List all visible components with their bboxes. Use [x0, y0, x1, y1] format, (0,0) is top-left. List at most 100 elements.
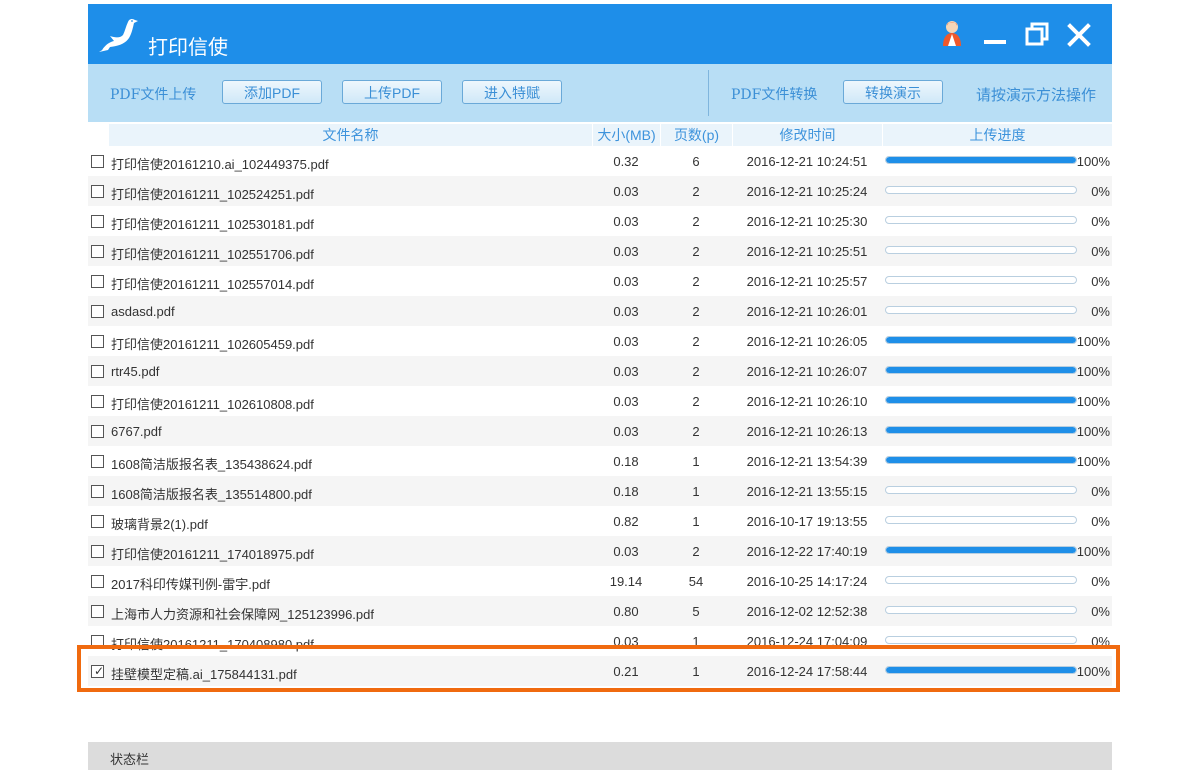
table-row[interactable]: 打印信使20161211_170408980.pdf 0.03 1 2016-12-2…	[88, 626, 1112, 656]
checkmark-icon: ✓	[94, 664, 105, 678]
upload-percent: 0%	[1091, 304, 1110, 319]
row-checkbox[interactable]	[91, 155, 104, 168]
modified-time: 2016-12-21 13:54:39	[746, 454, 868, 469]
row-checkbox[interactable]	[91, 365, 104, 378]
row-checkbox[interactable]	[91, 335, 104, 348]
column-header-pages[interactable]: 页数(p)	[660, 124, 732, 146]
close-icon[interactable]	[1064, 18, 1094, 50]
table-row[interactable]: 打印信使20161211_102557014.pdf 0.03 2 2016-12-2…	[88, 266, 1112, 296]
row-checkbox[interactable]	[91, 275, 104, 288]
upload-percent: 0%	[1091, 244, 1110, 259]
upload-progress-fill	[886, 157, 1076, 163]
row-checkbox[interactable]	[91, 185, 104, 198]
table-row[interactable]: 1608简洁版报名表_135438624.pdf 0.18 1 2016-12-21 …	[88, 446, 1112, 476]
upload-progress-bar	[885, 486, 1077, 494]
table-row[interactable]: 上海市人力资源和社会保障网_125123996.pdf 0.80 5 2016-12-…	[88, 596, 1112, 626]
row-checkbox[interactable]	[91, 485, 104, 498]
upload-progress-fill	[886, 427, 1076, 433]
modified-time: 2016-12-21 10:26:05	[746, 334, 868, 349]
table-row[interactable]: asdasd.pdf 0.03 2 2016-12-21 10:26:01 0%	[88, 296, 1112, 326]
page-count: 2	[692, 214, 700, 229]
table-row[interactable]: 打印信使20161211_174018975.pdf 0.03 2 2016-12-2…	[88, 536, 1112, 566]
file-name: 玻璃背景2(1).pdf	[111, 517, 208, 532]
table-row[interactable]: 打印信使20161211_102605459.pdf 0.03 2 2016-12-2…	[88, 326, 1112, 356]
row-checkbox[interactable]	[91, 425, 104, 438]
upload-percent: 100%	[1076, 424, 1110, 439]
upload-progress-bar	[885, 456, 1077, 464]
modified-time: 2016-12-21 10:26:13	[746, 424, 868, 439]
table-row[interactable]: 打印信使20161211_102610808.pdf 0.03 2 2016-12-2…	[88, 386, 1112, 416]
file-size: 0.03	[613, 394, 639, 409]
file-size: 19.14	[609, 574, 643, 589]
file-name: 打印信使20161211_102551706.pdf	[111, 247, 314, 262]
row-checkbox[interactable]	[91, 635, 104, 648]
user-avatar-icon[interactable]	[936, 18, 968, 50]
page-count: 2	[692, 544, 700, 559]
row-checkbox[interactable]	[91, 575, 104, 588]
page-count: 2	[692, 274, 700, 289]
column-header-name[interactable]: 文件名称	[108, 124, 592, 146]
table-row[interactable]: 打印信使20161211_102530181.pdf 0.03 2 2016-12-2…	[88, 206, 1112, 236]
page-count: 1	[692, 634, 700, 649]
modified-time: 2016-10-25 14:17:24	[746, 574, 868, 589]
column-header-progress[interactable]: 上传进度	[882, 124, 1112, 146]
add-pdf-button[interactable]: 添加PDF	[222, 80, 322, 104]
file-size: 0.32	[613, 154, 639, 169]
upload-percent: 0%	[1091, 574, 1110, 589]
row-checkbox[interactable]	[91, 545, 104, 558]
upload-percent: 0%	[1091, 514, 1110, 529]
minimize-icon[interactable]	[980, 18, 1010, 50]
row-checkbox[interactable]	[91, 455, 104, 468]
row-checkbox[interactable]	[91, 605, 104, 618]
file-size: 0.21	[613, 664, 639, 679]
app-title: 打印信使	[148, 37, 228, 59]
toolbar: PDF文件上传 添加PDF 上传PDF 进入特赋 PDF文件转换 转换演示 请按…	[88, 64, 1112, 122]
page-count: 54	[688, 574, 704, 589]
row-checkbox[interactable]	[91, 215, 104, 228]
status-bar: 状态栏	[88, 742, 1112, 770]
upload-percent: 100%	[1076, 394, 1110, 409]
row-checkbox[interactable]: ✓	[91, 664, 105, 678]
upload-progress-bar	[885, 156, 1077, 164]
table-row[interactable]: 打印信使20161210.ai_102449375.pdf 0.32 6 2016-1…	[88, 146, 1112, 176]
table-row[interactable]: 2017科印传媒刊例-雷宇.pdf 19.14 54 2016-10-25 14:17…	[88, 566, 1112, 596]
file-size: 0.03	[613, 244, 639, 259]
row-checkbox[interactable]	[91, 515, 104, 528]
upload-progress-bar	[885, 306, 1077, 314]
table-row[interactable]: 1608简洁版报名表_135514800.pdf 0.18 1 2016-12-21 …	[88, 476, 1112, 506]
upload-progress-bar	[885, 576, 1077, 584]
column-header-time[interactable]: 修改时间	[732, 124, 882, 146]
upload-progress-bar	[885, 636, 1077, 644]
table-row[interactable]: ✓ 挂壁模型定稿.ai_175844131.pdf 0.21 1 2016-12-24 …	[88, 656, 1112, 686]
upload-progress-fill	[886, 547, 1076, 553]
upload-percent: 0%	[1091, 634, 1110, 649]
restore-icon[interactable]	[1022, 18, 1052, 50]
table-row[interactable]: 打印信使20161211_102551706.pdf 0.03 2 2016-12-2…	[88, 236, 1112, 266]
file-name: 打印信使20161211_174018975.pdf	[111, 547, 314, 562]
convert-demo-button[interactable]: 转换演示	[843, 80, 943, 104]
upload-progress-bar	[885, 426, 1077, 434]
upload-progress-fill	[886, 457, 1076, 463]
modified-time: 2016-10-17 19:13:55	[746, 514, 868, 529]
enter-special-button[interactable]: 进入特赋	[462, 80, 562, 104]
row-checkbox[interactable]	[91, 395, 104, 408]
row-checkbox[interactable]	[91, 245, 104, 258]
modified-time: 2016-12-21 10:24:51	[746, 154, 868, 169]
table-row[interactable]: rtr45.pdf 0.03 2 2016-12-21 10:26:07 100%	[88, 356, 1112, 386]
file-size: 0.82	[613, 514, 639, 529]
modified-time: 2016-12-21 10:25:24	[746, 184, 868, 199]
file-name: 挂壁模型定稿.ai_175844131.pdf	[111, 667, 297, 682]
table-row[interactable]: 打印信使20161211_102524251.pdf 0.03 2 2016-12-2…	[88, 176, 1112, 206]
page-count: 2	[692, 424, 700, 439]
page-count: 2	[692, 184, 700, 199]
row-checkbox[interactable]	[91, 305, 104, 318]
page-count: 2	[692, 394, 700, 409]
upload-percent: 100%	[1076, 154, 1110, 169]
column-header-size[interactable]: 大小(MB)	[592, 124, 660, 146]
toolbar-divider	[708, 70, 709, 116]
table-row[interactable]: 6767.pdf 0.03 2 2016-12-21 10:26:13 100%	[88, 416, 1112, 446]
page-count: 2	[692, 244, 700, 259]
upload-pdf-button[interactable]: 上传PDF	[342, 80, 442, 104]
upload-progress-bar	[885, 666, 1077, 674]
table-row[interactable]: 玻璃背景2(1).pdf 0.82 1 2016-10-17 19:13:55 0%	[88, 506, 1112, 536]
